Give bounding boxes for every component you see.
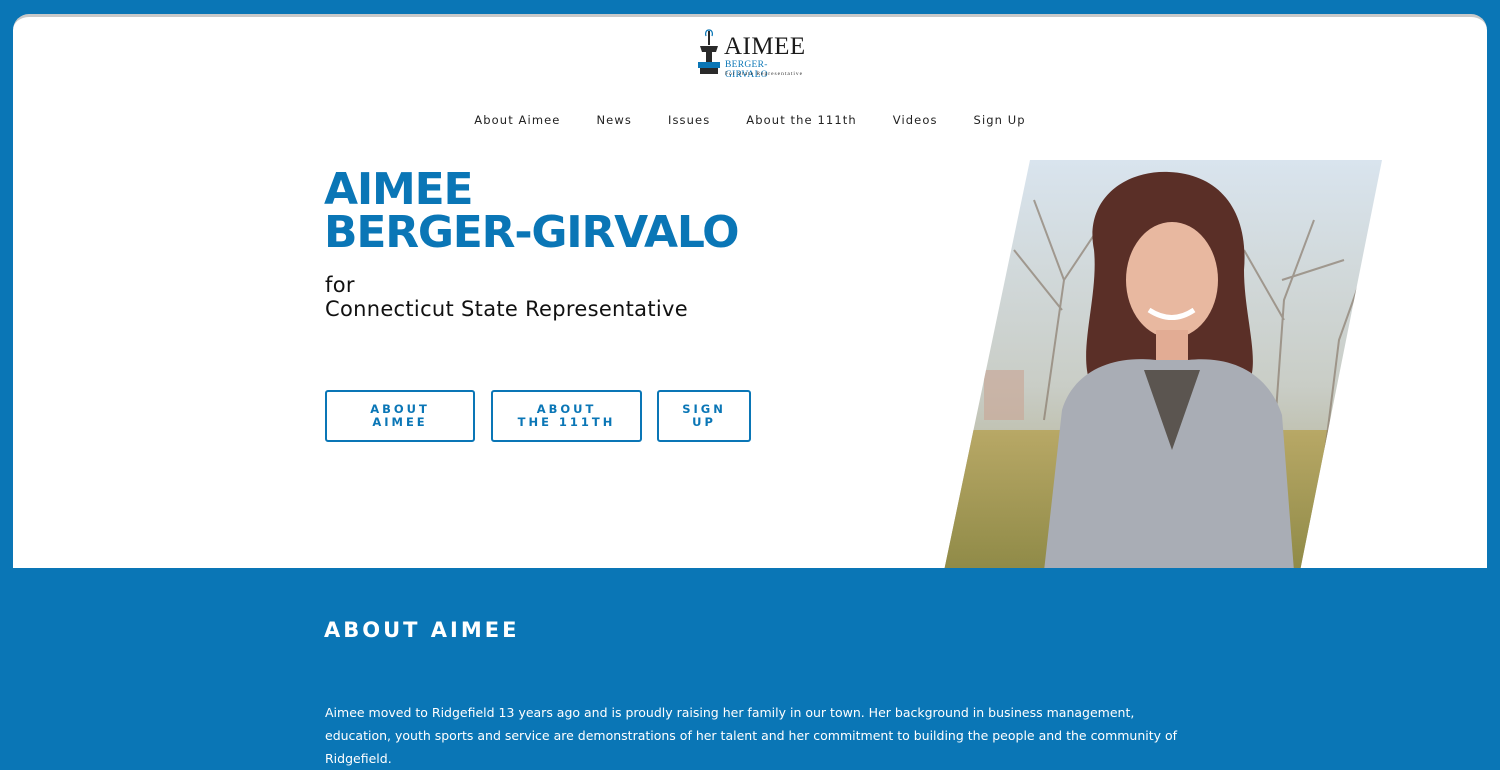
hero-title-line2: BERGER-GIRVALO <box>324 207 740 258</box>
logo-tagline: For State Representative <box>725 71 804 77</box>
hero-subtitle: for Connecticut State Representative <box>325 273 688 321</box>
nav-item-about-aimee[interactable]: About Aimee <box>474 113 560 127</box>
about-heading: ABOUT AIMEE <box>324 618 520 642</box>
logo-name: AIMEE <box>724 33 806 60</box>
hero-subtitle-line2: Connecticut State Representative <box>325 297 688 321</box>
logo-subname: BERGER-GIRVALO <box>725 60 768 80</box>
hero-subtitle-line1: for <box>325 273 355 297</box>
candidate-photo <box>944 160 1382 568</box>
sign-up-button[interactable]: SIGN UP <box>657 390 751 442</box>
nav-item-videos[interactable]: Videos <box>893 113 938 127</box>
about-section: ABOUT AIMEE Aimee moved to Ridgefield 13… <box>0 568 1500 766</box>
hero-title-line1: AIMEE <box>324 164 474 215</box>
fountain-logo-icon <box>698 29 720 74</box>
nav-item-news[interactable]: News <box>596 113 631 127</box>
button-label-line2: AIMEE <box>372 415 428 429</box>
site-logo[interactable]: AIMEE BERGER-GIRVALO For State Represent… <box>697 26 807 82</box>
button-label-line2: THE 111TH <box>517 415 616 429</box>
hero-title: AIMEE BERGER-GIRVALO <box>324 164 740 258</box>
about-aimee-button[interactable]: ABOUT AIMEE <box>325 390 475 442</box>
about-body: Aimee moved to Ridgefield 13 years ago a… <box>325 705 1178 766</box>
hero-card: AIMEE BERGER-GIRVALO For State Represent… <box>13 14 1487 568</box>
nav-item-about-the-111th[interactable]: About the 111th <box>746 113 856 127</box>
nav-item-issues[interactable]: Issues <box>668 113 710 127</box>
button-label-line2: UP <box>692 415 716 429</box>
about-the-111th-button[interactable]: ABOUT THE 111TH <box>491 390 642 442</box>
nav-item-sign-up[interactable]: Sign Up <box>974 113 1026 127</box>
main-nav: About Aimee News Issues About the 111th … <box>13 113 1487 127</box>
